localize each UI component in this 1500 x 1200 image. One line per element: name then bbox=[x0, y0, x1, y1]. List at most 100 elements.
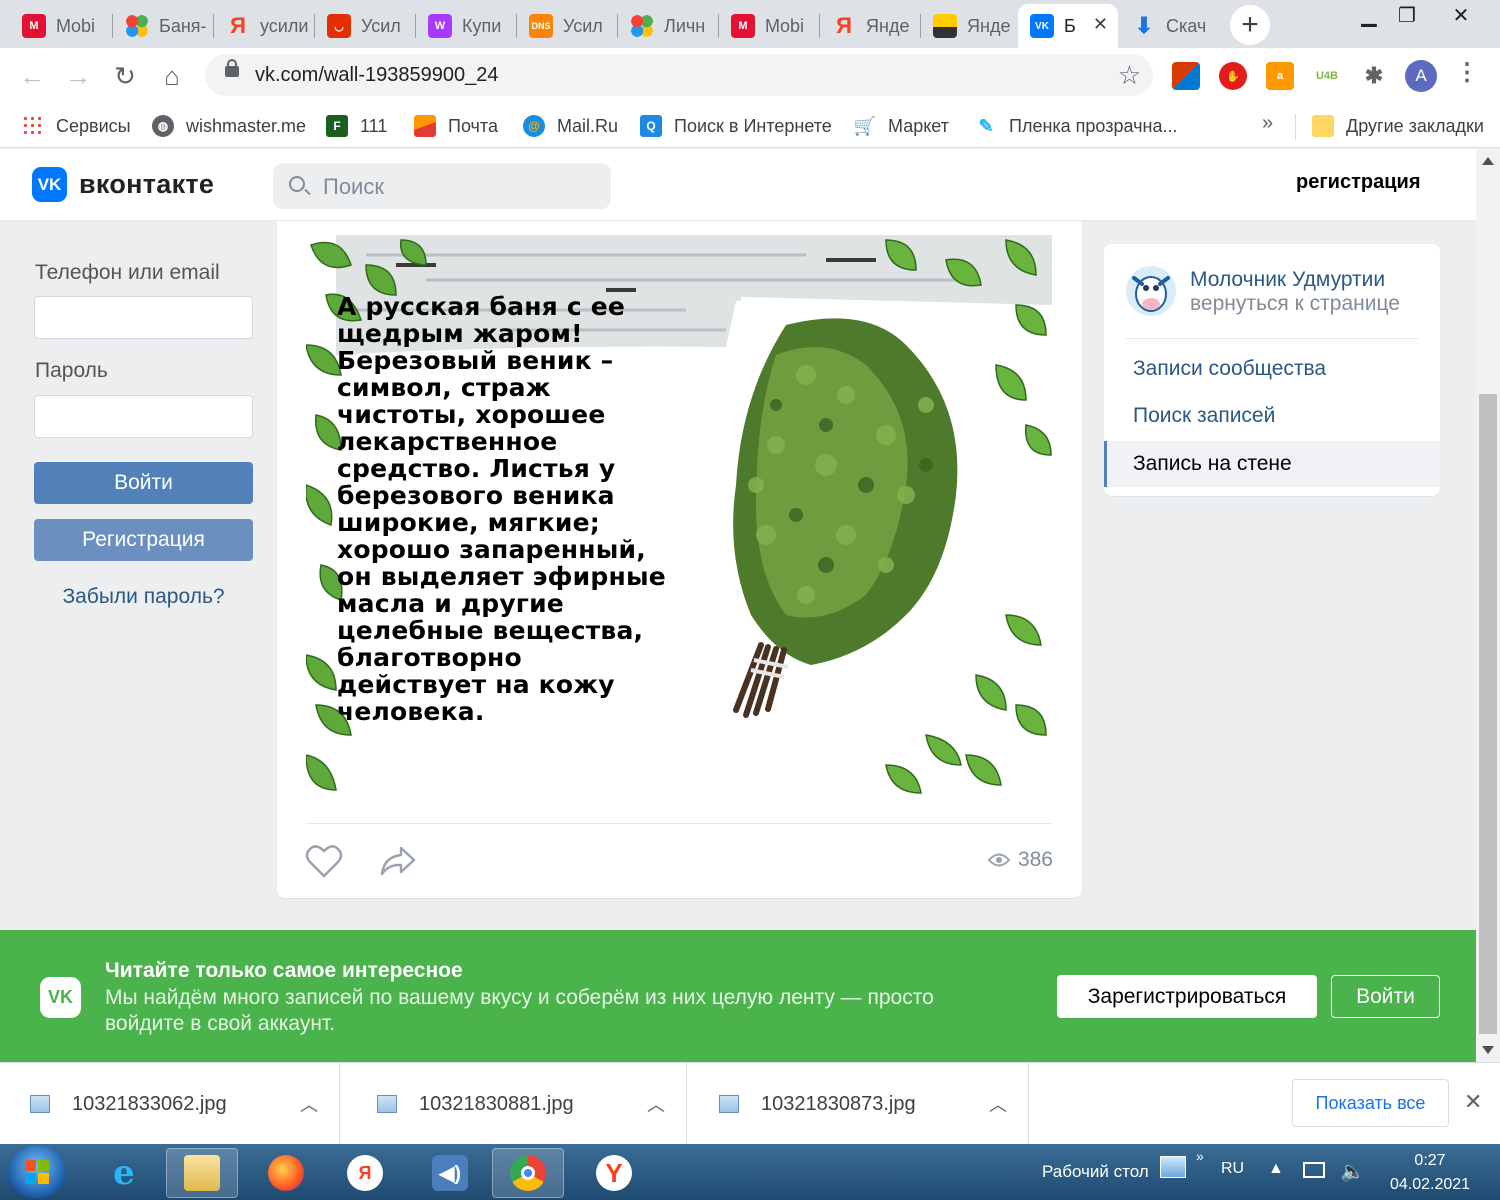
taskbar-app[interactable] bbox=[166, 1148, 238, 1198]
bookmark-item[interactable]: F 111 bbox=[326, 112, 387, 140]
chevron-up-icon[interactable]: ︿ bbox=[300, 1091, 318, 1117]
address-bar[interactable]: vk.com/wall-193859900_24 ☆ bbox=[205, 54, 1153, 96]
promo-login-button[interactable]: Войти bbox=[1331, 975, 1440, 1018]
language-indicator[interactable]: RU bbox=[1221, 1160, 1244, 1178]
dots-icon bbox=[125, 14, 149, 38]
start-button[interactable] bbox=[8, 1146, 66, 1198]
profile-avatar[interactable]: A bbox=[1405, 60, 1437, 92]
search-box[interactable] bbox=[273, 163, 611, 209]
scrollbar-thumb[interactable] bbox=[1479, 394, 1497, 1034]
registration-button[interactable]: Регистрация bbox=[34, 519, 253, 561]
page-scrollbar[interactable] bbox=[1476, 149, 1500, 1062]
taskbar-app[interactable]: Я bbox=[329, 1148, 401, 1198]
bookmark-item[interactable]: 🛒 Маркет bbox=[854, 112, 949, 140]
clock-date[interactable]: 04.02.2021 bbox=[1380, 1176, 1480, 1194]
windows-taskbar: e Я ◀) Y Рабочий стол » RU ▲ 🔈 0:27 04.0… bbox=[0, 1144, 1500, 1200]
taskbar-app[interactable]: e bbox=[88, 1148, 160, 1198]
bookmark-item[interactable]: Сервисы bbox=[22, 112, 131, 140]
download-item[interactable]: 10321833062.jpg ︿ bbox=[0, 1063, 340, 1145]
group-avatar[interactable] bbox=[1126, 266, 1176, 316]
new-tab-button[interactable]: + bbox=[1230, 5, 1270, 45]
download-item[interactable]: 10321830873.jpg ︿ bbox=[689, 1063, 1029, 1145]
puzzle-extensions-icon[interactable]: ✱ bbox=[1360, 62, 1388, 90]
adblock-icon[interactable]: ✋ bbox=[1219, 62, 1247, 90]
back-to-page-link[interactable]: вернуться к странице bbox=[1190, 292, 1400, 316]
scroll-up-arrow-icon[interactable] bbox=[1482, 157, 1494, 165]
vk-logo-text[interactable]: вконтакте bbox=[79, 169, 214, 200]
download-item[interactable]: 10321830881.jpg ︿ bbox=[347, 1063, 687, 1145]
bookmark-star-icon[interactable]: ☆ bbox=[1118, 60, 1141, 91]
kebab-menu-icon[interactable]: ⋮ bbox=[1455, 58, 1479, 87]
heart-like-icon[interactable] bbox=[305, 843, 343, 879]
more-bookmarks-chevron[interactable]: » bbox=[1262, 112, 1273, 135]
search-input[interactable] bbox=[323, 174, 593, 200]
promo-text: Мы найдём много записей по вашему вкусу … bbox=[105, 986, 934, 1035]
scroll-down-arrow-icon[interactable] bbox=[1482, 1046, 1494, 1054]
volume-icon[interactable]: 🔈 bbox=[1340, 1159, 1365, 1184]
tab-label: Б bbox=[1064, 15, 1076, 36]
bookmark-item[interactable]: Почта bbox=[414, 112, 498, 140]
close-window-button[interactable]: ✕ bbox=[1434, 0, 1488, 30]
wildberries-icon: W bbox=[428, 14, 452, 38]
bookmark-item[interactable]: @ Mail.Ru bbox=[523, 112, 618, 140]
taskbar-app[interactable]: ◀) bbox=[414, 1148, 486, 1198]
chevron-icon[interactable]: » bbox=[1196, 1148, 1204, 1164]
bookmark-item[interactable]: ◍ wishmaster.me bbox=[152, 112, 306, 140]
desktop-icon[interactable] bbox=[1160, 1156, 1186, 1178]
tray-expand-icon[interactable]: ▲ bbox=[1268, 1160, 1284, 1178]
post-image[interactable]: А русская баня с ее щедрым жаром! Березо… bbox=[306, 235, 1052, 796]
bookmark-label: Поиск в Интернете bbox=[674, 115, 832, 136]
taskbar-app-active[interactable] bbox=[492, 1148, 564, 1198]
browser-tab[interactable]: W Купи bbox=[416, 4, 517, 48]
browser-tab-active[interactable]: VK Б ✕ bbox=[1018, 4, 1118, 48]
promo-register-button[interactable]: Зарегистрироваться bbox=[1057, 975, 1317, 1018]
browser-tab[interactable]: Личн bbox=[618, 4, 719, 48]
home-icon[interactable]: ⌂ bbox=[154, 58, 190, 94]
bookmarks-bar: Сервисы ◍ wishmaster.me F 111 Почта @ Ma… bbox=[0, 104, 1500, 148]
chevron-up-icon[interactable]: ︿ bbox=[989, 1091, 1007, 1117]
close-tab-icon[interactable]: ✕ bbox=[1093, 14, 1108, 35]
browser-tab[interactable]: M Mobi bbox=[719, 4, 820, 48]
share-arrow-icon[interactable] bbox=[379, 845, 417, 877]
browser-tab[interactable]: ⬇ Скач bbox=[1120, 4, 1220, 48]
show-all-downloads-button[interactable]: Показать все bbox=[1292, 1079, 1449, 1127]
nav-community-posts[interactable]: Записи сообщества bbox=[1104, 346, 1440, 392]
browser-tab[interactable]: Я Янде bbox=[820, 4, 921, 48]
reload-icon[interactable]: ↻ bbox=[107, 58, 143, 94]
desktop-toolbar-label[interactable]: Рабочий стол bbox=[1042, 1162, 1149, 1182]
network-icon[interactable] bbox=[1303, 1162, 1325, 1178]
forward-arrow-icon[interactable]: → bbox=[60, 58, 96, 94]
globe-icon: ◍ bbox=[152, 115, 174, 137]
other-bookmarks-folder[interactable]: Другие закладки bbox=[1312, 112, 1484, 140]
vk-logo-icon[interactable]: VK bbox=[32, 167, 67, 202]
taskbar-app[interactable] bbox=[250, 1148, 322, 1198]
url-text[interactable]: vk.com/wall-193859900_24 bbox=[255, 64, 499, 87]
promo-title: Читайте только самое интересное bbox=[105, 959, 463, 982]
chevron-up-icon[interactable]: ︿ bbox=[647, 1091, 665, 1117]
browser-tab[interactable]: M Mobi bbox=[10, 4, 113, 48]
bookmark-item[interactable]: Q Поиск в Интернете bbox=[640, 112, 832, 140]
nav-wall-post-active[interactable]: Запись на стене bbox=[1104, 441, 1440, 487]
group-name-link[interactable]: Молочник Удмуртии bbox=[1190, 268, 1385, 292]
browser-tab[interactable]: Я усили bbox=[214, 4, 315, 48]
clock-time[interactable]: 0:27 bbox=[1400, 1152, 1460, 1170]
close-downloads-icon[interactable]: ✕ bbox=[1464, 1089, 1482, 1115]
aliexpress-icon[interactable]: a bbox=[1266, 62, 1294, 90]
browser-tab[interactable]: Баня- bbox=[113, 4, 214, 48]
bookmark-item[interactable]: ✎ Пленка прозрачна... bbox=[975, 112, 1177, 140]
restore-button[interactable]: ❐ bbox=[1380, 0, 1434, 30]
forgot-password-link[interactable]: Забыли пароль? bbox=[0, 585, 287, 609]
microsoft-office-icon[interactable] bbox=[1172, 62, 1200, 90]
back-arrow-icon[interactable]: ← bbox=[14, 58, 50, 94]
browser-tab[interactable]: Янде bbox=[921, 4, 1018, 48]
browser-tab[interactable]: ◡ Усил bbox=[315, 4, 416, 48]
nav-search-posts[interactable]: Поиск записей bbox=[1104, 393, 1440, 439]
phone-email-field[interactable] bbox=[34, 296, 253, 339]
taskbar-app[interactable]: Y bbox=[578, 1148, 650, 1198]
login-button[interactable]: Войти bbox=[34, 462, 253, 504]
register-link[interactable]: регистрация bbox=[1296, 171, 1420, 194]
u4b-icon[interactable]: U4B bbox=[1310, 62, 1344, 90]
bookmark-label: Маркет bbox=[888, 115, 949, 136]
browser-tab[interactable]: DNS Усил bbox=[517, 4, 618, 48]
password-field[interactable] bbox=[34, 395, 253, 438]
